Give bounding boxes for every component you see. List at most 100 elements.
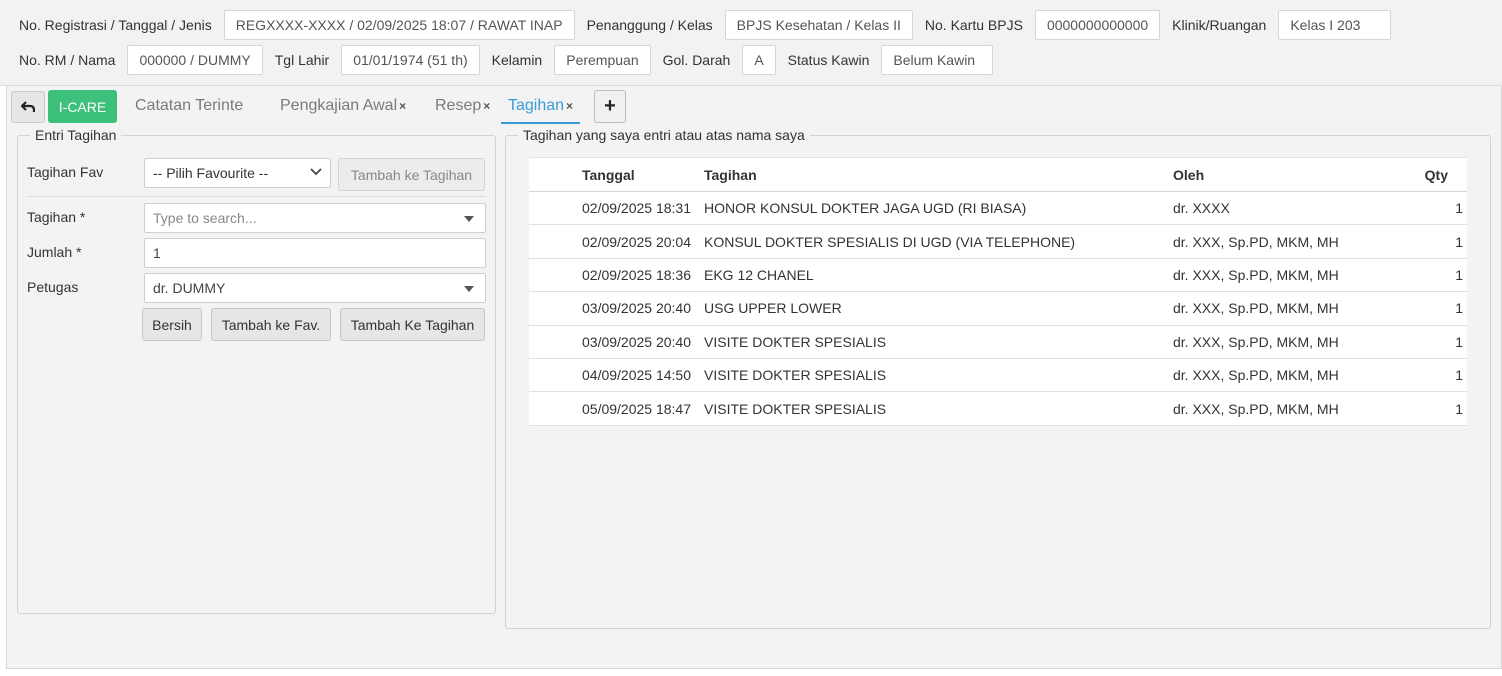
table-row[interactable]: 02/09/2025 18:31 HONOR KONSUL DOKTER JAG… <box>529 191 1467 226</box>
jumlah-value: 1 <box>153 245 161 261</box>
cell-oleh: dr. XXXX <box>1173 191 1401 226</box>
header-row-registration: No. Registrasi / Tanggal / Jenis REGXXXX… <box>19 10 1403 40</box>
marital-status-value: Belum Kawin <box>881 45 994 75</box>
close-icon[interactable]: × <box>566 99 573 113</box>
tab-catatan-terintegrasi[interactable]: Catatan Terinte <box>135 90 243 124</box>
table-row[interactable]: 04/09/2025 14:50 VISITE DOKTER SPESIALIS… <box>529 358 1467 393</box>
form-divider <box>28 196 486 197</box>
close-icon[interactable]: × <box>399 99 406 113</box>
table-row[interactable]: 02/09/2025 20:04 KONSUL DOKTER SPESIALIS… <box>529 224 1467 259</box>
cell-oleh: dr. XXX, Sp.PD, MKM, MH <box>1173 391 1401 426</box>
favourite-add-to-bill-button[interactable]: Tambah ke Tagihan <box>338 158 485 191</box>
entry-form-legend: Entri Tagihan <box>35 127 117 143</box>
header-row-patient: No. RM / Nama 000000 / DUMMY Tgl Lahir 0… <box>19 45 1005 75</box>
bill-list-legend: Tagihan yang saya entri atau atas nama s… <box>523 127 805 143</box>
mrn-name-value: 000000 / DUMMY <box>127 45 263 75</box>
marital-status-label: Status Kawin <box>787 52 870 68</box>
add-tab-button[interactable]: + <box>594 90 626 123</box>
tab-label: Resep <box>435 97 482 114</box>
table-row[interactable]: 05/09/2025 18:47 VISITE DOKTER SPESIALIS… <box>529 391 1467 426</box>
plus-icon: + <box>604 95 616 117</box>
icare-button[interactable]: I-CARE <box>48 90 117 123</box>
cell-tagihan: VISITE DOKTER SPESIALIS <box>704 325 1173 359</box>
close-icon[interactable]: × <box>483 99 490 113</box>
add-favourite-button[interactable]: Tambah ke Fav. <box>211 308 331 341</box>
petugas-label: Petugas <box>27 279 79 295</box>
chevron-down-icon <box>310 168 322 176</box>
table-row[interactable]: 03/09/2025 20:40 USG UPPER LOWER dr. XXX… <box>529 291 1467 326</box>
cell-tagihan: HONOR KONSUL DOKTER JAGA UGD (RI BIASA) <box>704 191 1173 226</box>
cell-tagihan: VISITE DOKTER SPESIALIS <box>704 391 1173 426</box>
birthdate-value: 01/01/1974 (51 th) <box>341 45 480 75</box>
cell-qty: 1 <box>1401 391 1467 426</box>
mrn-name-label: No. RM / Nama <box>19 52 116 68</box>
cell-qty: 1 <box>1401 191 1467 226</box>
gender-value: Perempuan <box>554 45 651 75</box>
caret-down-icon <box>464 216 474 222</box>
add-to-bill-button[interactable]: Tambah Ke Tagihan <box>340 308 485 341</box>
favourite-select[interactable]: -- Pilih Favourite -- <box>144 158 331 188</box>
table-row[interactable]: 03/09/2025 20:40 VISITE DOKTER SPESIALIS… <box>529 325 1467 359</box>
clinic-room-label: Klinik/Ruangan <box>1172 17 1267 33</box>
blood-type-value: A <box>742 45 776 75</box>
tab-label: Tagihan <box>508 97 565 114</box>
blood-type-label: Gol. Darah <box>662 52 731 68</box>
tagihan-label: Tagihan * <box>27 209 86 225</box>
tagihan-placeholder: Type to search... <box>153 210 257 226</box>
column-header-tanggal[interactable]: Tanggal <box>529 157 704 192</box>
jumlah-label: Jumlah * <box>27 244 82 260</box>
tab-resep[interactable]: Resep × <box>435 90 490 124</box>
bill-table-wrapper: Tanggal Tagihan Oleh Qty 02/09/2025 18:3… <box>529 157 1467 426</box>
cell-tanggal: 02/09/2025 20:04 <box>529 224 704 259</box>
tab-tagihan[interactable]: Tagihan × <box>501 90 581 124</box>
cell-tanggal: 03/09/2025 20:40 <box>529 291 704 326</box>
petugas-select[interactable]: dr. DUMMY <box>144 273 486 303</box>
cell-tanggal: 02/09/2025 18:31 <box>529 191 704 226</box>
bill-table: Tanggal Tagihan Oleh Qty 02/09/2025 18:3… <box>529 157 1467 426</box>
bpjs-card-label: No. Kartu BPJS <box>924 17 1023 33</box>
undo-arrow-icon <box>21 101 35 112</box>
table-row[interactable]: 02/09/2025 18:36 EKG 12 CHANEL dr. XXX, … <box>529 258 1467 293</box>
cell-qty: 1 <box>1401 325 1467 359</box>
cell-oleh: dr. XXX, Sp.PD, MKM, MH <box>1173 224 1401 259</box>
gender-label: Kelamin <box>491 52 543 68</box>
favourite-label: Tagihan Fav <box>27 164 104 180</box>
cell-tanggal: 03/09/2025 20:40 <box>529 325 704 359</box>
back-button[interactable] <box>11 91 45 123</box>
column-header-tagihan[interactable]: Tagihan <box>704 157 1173 192</box>
tagihan-search-input[interactable]: Type to search... <box>144 203 486 233</box>
column-header-qty[interactable]: Qty <box>1401 157 1467 192</box>
cell-qty: 1 <box>1401 258 1467 293</box>
cell-tagihan: KONSUL DOKTER SPESIALIS DI UGD (VIA TELE… <box>704 224 1173 259</box>
column-header-oleh[interactable]: Oleh <box>1173 157 1401 192</box>
caret-down-icon <box>464 286 474 292</box>
cell-qty: 1 <box>1401 358 1467 393</box>
cell-oleh: dr. XXX, Sp.PD, MKM, MH <box>1173 258 1401 293</box>
cell-tagihan: VISITE DOKTER SPESIALIS <box>704 358 1173 393</box>
patient-header: No. Registrasi / Tanggal / Jenis REGXXXX… <box>0 0 1502 86</box>
tab-label: Pengkajian Awal <box>280 97 398 114</box>
cell-qty: 1 <box>1401 291 1467 326</box>
guarantor-label: Penanggung / Kelas <box>586 17 713 33</box>
cell-tagihan: USG UPPER LOWER <box>704 291 1173 326</box>
cell-qty: 1 <box>1401 224 1467 259</box>
cell-oleh: dr. XXX, Sp.PD, MKM, MH <box>1173 291 1401 326</box>
tab-label: Catatan Terinte <box>135 97 244 114</box>
guarantor-value: BPJS Kesehatan / Kelas II <box>724 10 913 40</box>
registration-label: No. Registrasi / Tanggal / Jenis <box>19 17 212 33</box>
jumlah-input[interactable]: 1 <box>144 238 486 268</box>
table-header-row: Tanggal Tagihan Oleh Qty <box>529 157 1467 192</box>
cell-tagihan: EKG 12 CHANEL <box>704 258 1173 293</box>
cell-tanggal: 05/09/2025 18:47 <box>529 391 704 426</box>
birthdate-label: Tgl Lahir <box>274 52 330 68</box>
petugas-value: dr. DUMMY <box>153 280 226 296</box>
clinic-room-value: Kelas I 203 <box>1278 10 1392 40</box>
cell-oleh: dr. XXX, Sp.PD, MKM, MH <box>1173 325 1401 359</box>
favourite-select-value: -- Pilih Favourite -- <box>153 165 269 181</box>
cell-oleh: dr. XXX, Sp.PD, MKM, MH <box>1173 358 1401 393</box>
registration-value: REGXXXX-XXXX / 02/09/2025 18:07 / RAWAT … <box>223 10 575 40</box>
cell-tanggal: 02/09/2025 18:36 <box>529 258 704 293</box>
bpjs-card-value: 0000000000000 <box>1034 10 1161 40</box>
tab-pengkajian-awal[interactable]: Pengkajian Awal × <box>280 90 406 124</box>
clear-button[interactable]: Bersih <box>142 308 202 341</box>
